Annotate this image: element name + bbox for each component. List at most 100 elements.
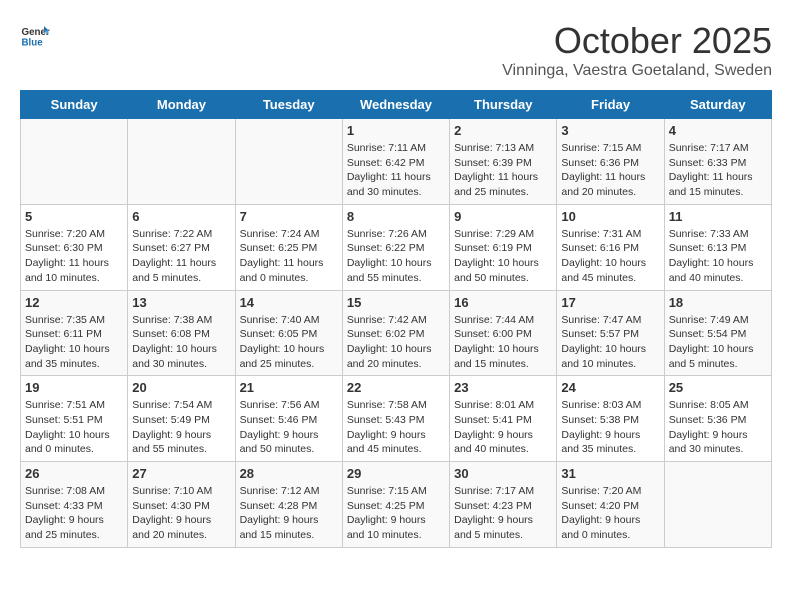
calendar-cell: 25Sunrise: 8:05 AM Sunset: 5:36 PM Dayli…	[664, 376, 771, 462]
calendar-cell: 10Sunrise: 7:31 AM Sunset: 6:16 PM Dayli…	[557, 204, 664, 290]
calendar-cell: 3 Sunrise: 7:15 AM Sunset: 6:36 PM Daylig…	[557, 119, 664, 205]
day-number: 16	[454, 295, 552, 310]
calendar-cell	[21, 119, 128, 205]
calendar-cell: 26 Sunrise: 7:08 AM Sunset: 4:33 PM Dayli…	[21, 462, 128, 548]
day-number: 30	[454, 466, 552, 481]
calendar-cell: 16 Sunrise: 7:44 AM Sunset: 6:00 PM Dayli…	[450, 290, 557, 376]
day-info: Sunrise: 7:38 AM Sunset: 6:08 PM Dayligh…	[132, 313, 230, 372]
calendar-cell: 24Sunrise: 8:03 AM Sunset: 5:38 PM Dayli…	[557, 376, 664, 462]
day-info: Sunrise: 7:17 AM Sunset: 6:33 PM Dayligh…	[669, 141, 767, 200]
day-info: Sunrise: 7:40 AM Sunset: 6:05 PM Dayligh…	[240, 313, 338, 372]
week-row-5: 26 Sunrise: 7:08 AM Sunset: 4:33 PM Dayli…	[21, 462, 772, 548]
day-info: Sunrise: 7:12 AM Sunset: 4:28 PM Dayligh…	[240, 484, 338, 543]
calendar-cell: 28 Sunrise: 7:12 AM Sunset: 4:28 PM Dayli…	[235, 462, 342, 548]
weekday-header-friday: Friday	[557, 91, 664, 119]
day-number: 29	[347, 466, 445, 481]
day-info: Sunrise: 7:35 AM Sunset: 6:11 PM Dayligh…	[25, 313, 123, 372]
day-number: 17	[561, 295, 659, 310]
day-info: Sunrise: 7:47 AM Sunset: 5:57 PM Dayligh…	[561, 313, 659, 372]
day-info: Sunrise: 7:24 AM Sunset: 6:25 PM Dayligh…	[240, 227, 338, 286]
day-info: Sunrise: 7:20 AM Sunset: 6:30 PM Dayligh…	[25, 227, 123, 286]
day-info: Sunrise: 7:44 AM Sunset: 6:00 PM Dayligh…	[454, 313, 552, 372]
calendar-cell: 13Sunrise: 7:38 AM Sunset: 6:08 PM Dayli…	[128, 290, 235, 376]
day-info: Sunrise: 7:17 AM Sunset: 4:23 PM Dayligh…	[454, 484, 552, 543]
calendar-cell	[128, 119, 235, 205]
day-number: 12	[25, 295, 123, 310]
location-title: Vinninga, Vaestra Goetaland, Sweden	[502, 62, 772, 80]
calendar-cell: 11 Sunrise: 7:33 AM Sunset: 6:13 PM Dayli…	[664, 204, 771, 290]
title-area: October 2025 Vinninga, Vaestra Goetaland…	[502, 20, 772, 80]
day-number: 8	[347, 209, 445, 224]
day-number: 26	[25, 466, 123, 481]
calendar-cell	[664, 462, 771, 548]
day-number: 25	[669, 380, 767, 395]
day-info: Sunrise: 7:22 AM Sunset: 6:27 PM Dayligh…	[132, 227, 230, 286]
calendar-cell: 19 Sunrise: 7:51 AM Sunset: 5:51 PM Dayli…	[21, 376, 128, 462]
calendar-cell: 1Sunrise: 7:11 AM Sunset: 6:42 PM Daylig…	[342, 119, 449, 205]
day-info: Sunrise: 7:20 AM Sunset: 4:20 PM Dayligh…	[561, 484, 659, 543]
calendar-cell: 17 Sunrise: 7:47 AM Sunset: 5:57 PM Dayli…	[557, 290, 664, 376]
week-row-2: 5 Sunrise: 7:20 AM Sunset: 6:30 PM Daylig…	[21, 204, 772, 290]
calendar-cell: 27 Sunrise: 7:10 AM Sunset: 4:30 PM Dayli…	[128, 462, 235, 548]
day-info: Sunrise: 7:15 AM Sunset: 6:36 PM Dayligh…	[561, 141, 659, 200]
day-info: Sunrise: 7:29 AM Sunset: 6:19 PM Dayligh…	[454, 227, 552, 286]
svg-text:Blue: Blue	[22, 38, 44, 49]
day-number: 28	[240, 466, 338, 481]
month-title: October 2025	[502, 20, 772, 62]
day-info: Sunrise: 7:51 AM Sunset: 5:51 PM Dayligh…	[25, 398, 123, 457]
calendar-cell: 9Sunrise: 7:29 AM Sunset: 6:19 PM Daylig…	[450, 204, 557, 290]
calendar-cell	[235, 119, 342, 205]
week-row-1: 1Sunrise: 7:11 AM Sunset: 6:42 PM Daylig…	[21, 119, 772, 205]
calendar-cell: 8Sunrise: 7:26 AM Sunset: 6:22 PM Daylig…	[342, 204, 449, 290]
day-info: Sunrise: 7:54 AM Sunset: 5:49 PM Dayligh…	[132, 398, 230, 457]
weekday-header-saturday: Saturday	[664, 91, 771, 119]
calendar-cell: 21 Sunrise: 7:56 AM Sunset: 5:46 PM Dayli…	[235, 376, 342, 462]
day-info: Sunrise: 7:10 AM Sunset: 4:30 PM Dayligh…	[132, 484, 230, 543]
day-number: 23	[454, 380, 552, 395]
day-number: 5	[25, 209, 123, 224]
calendar-cell: 15 Sunrise: 7:42 AM Sunset: 6:02 PM Dayli…	[342, 290, 449, 376]
week-row-4: 19 Sunrise: 7:51 AM Sunset: 5:51 PM Dayli…	[21, 376, 772, 462]
day-number: 6	[132, 209, 230, 224]
calendar-table: SundayMondayTuesdayWednesdayThursdayFrid…	[20, 90, 772, 548]
day-info: Sunrise: 7:11 AM Sunset: 6:42 PM Dayligh…	[347, 141, 445, 200]
day-info: Sunrise: 7:56 AM Sunset: 5:46 PM Dayligh…	[240, 398, 338, 457]
day-number: 31	[561, 466, 659, 481]
calendar-cell: 29Sunrise: 7:15 AM Sunset: 4:25 PM Dayli…	[342, 462, 449, 548]
day-number: 11	[669, 209, 767, 224]
calendar-cell: 23Sunrise: 8:01 AM Sunset: 5:41 PM Dayli…	[450, 376, 557, 462]
calendar-cell: 12 Sunrise: 7:35 AM Sunset: 6:11 PM Dayli…	[21, 290, 128, 376]
day-info: Sunrise: 7:42 AM Sunset: 6:02 PM Dayligh…	[347, 313, 445, 372]
page-header: General Blue October 2025 Vinninga, Vaes…	[20, 20, 772, 80]
calendar-cell: 31 Sunrise: 7:20 AM Sunset: 4:20 PM Dayli…	[557, 462, 664, 548]
calendar-cell: 18Sunrise: 7:49 AM Sunset: 5:54 PM Dayli…	[664, 290, 771, 376]
day-number: 19	[25, 380, 123, 395]
day-number: 21	[240, 380, 338, 395]
day-number: 15	[347, 295, 445, 310]
calendar-cell: 14Sunrise: 7:40 AM Sunset: 6:05 PM Dayli…	[235, 290, 342, 376]
weekday-header-thursday: Thursday	[450, 91, 557, 119]
calendar-cell: 22Sunrise: 7:58 AM Sunset: 5:43 PM Dayli…	[342, 376, 449, 462]
calendar-cell: 20 Sunrise: 7:54 AM Sunset: 5:49 PM Dayli…	[128, 376, 235, 462]
weekday-header-tuesday: Tuesday	[235, 91, 342, 119]
calendar-cell: 7 Sunrise: 7:24 AM Sunset: 6:25 PM Daylig…	[235, 204, 342, 290]
day-info: Sunrise: 7:08 AM Sunset: 4:33 PM Dayligh…	[25, 484, 123, 543]
day-number: 2	[454, 123, 552, 138]
day-number: 7	[240, 209, 338, 224]
day-info: Sunrise: 8:03 AM Sunset: 5:38 PM Dayligh…	[561, 398, 659, 457]
logo: General Blue	[20, 20, 50, 50]
day-number: 4	[669, 123, 767, 138]
day-info: Sunrise: 7:31 AM Sunset: 6:16 PM Dayligh…	[561, 227, 659, 286]
day-number: 27	[132, 466, 230, 481]
day-info: Sunrise: 7:49 AM Sunset: 5:54 PM Dayligh…	[669, 313, 767, 372]
calendar-cell: 30 Sunrise: 7:17 AM Sunset: 4:23 PM Dayli…	[450, 462, 557, 548]
day-info: Sunrise: 7:13 AM Sunset: 6:39 PM Dayligh…	[454, 141, 552, 200]
calendar-cell: 2 Sunrise: 7:13 AM Sunset: 6:39 PM Daylig…	[450, 119, 557, 205]
day-number: 3	[561, 123, 659, 138]
calendar-cell: 6 Sunrise: 7:22 AM Sunset: 6:27 PM Daylig…	[128, 204, 235, 290]
day-info: Sunrise: 7:33 AM Sunset: 6:13 PM Dayligh…	[669, 227, 767, 286]
week-row-3: 12 Sunrise: 7:35 AM Sunset: 6:11 PM Dayli…	[21, 290, 772, 376]
weekday-header-monday: Monday	[128, 91, 235, 119]
weekday-header-wednesday: Wednesday	[342, 91, 449, 119]
day-number: 20	[132, 380, 230, 395]
